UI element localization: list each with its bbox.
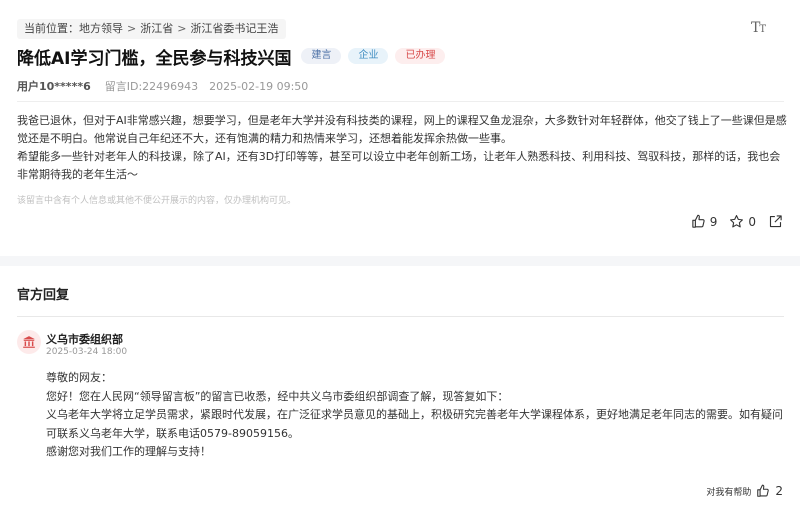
divider bbox=[17, 316, 784, 317]
message-meta: 用户10*****6 留言ID:22496943 2025-02-19 09:50 bbox=[17, 78, 308, 94]
thumbs-up-icon bbox=[757, 484, 770, 497]
tag-status-done: 已办理 bbox=[395, 48, 446, 64]
tag-suggestion: 建言 bbox=[301, 48, 342, 64]
breadcrumb-prefix: 当前位置： bbox=[24, 22, 79, 35]
share-button[interactable] bbox=[768, 214, 783, 229]
message-paragraph: 希望能多一些针对老年人的科技课，除了AI，还有3D打印等等，甚至可以设立中老年创… bbox=[17, 150, 781, 181]
message-title: 降低AI学习门槛，全民参与科技兴国 bbox=[17, 48, 292, 69]
helpful-button[interactable]: 对我有帮助 2 bbox=[706, 484, 783, 498]
share-icon bbox=[769, 215, 782, 228]
breadcrumb: 当前位置：地方领导 > 浙江省 > 浙江省委书记王浩 bbox=[17, 19, 287, 39]
font-size-icon[interactable]: TT bbox=[751, 20, 766, 36]
divider bbox=[17, 101, 784, 102]
reply-paragraph: 义乌老年大学将立足学员需求，紧跟时代发展，在广泛征求学员意见的基础上，积极研究完… bbox=[46, 408, 783, 440]
breadcrumb-item-local-leaders[interactable]: 地方领导 bbox=[79, 22, 123, 35]
government-building-icon bbox=[23, 336, 35, 348]
tag-company: 企业 bbox=[348, 48, 389, 64]
message-user: 用户10*****6 bbox=[17, 80, 91, 93]
breadcrumb-separator: > bbox=[127, 22, 137, 35]
message-body: 我爸已退休，但对于AI非常感兴趣，想要学习，但是老年大学并没有科技类的课程，网上… bbox=[17, 112, 787, 184]
breadcrumb-item-secretary[interactable]: 浙江省委书记王浩 bbox=[190, 22, 278, 35]
section-gap bbox=[0, 256, 800, 266]
message-paragraph: 我爸已退休，但对于AI非常感兴趣，想要学习，但是老年大学并没有科技类的课程，网上… bbox=[17, 114, 787, 145]
like-button[interactable]: 9 bbox=[691, 214, 718, 229]
helpful-count: 2 bbox=[775, 484, 783, 498]
reply-paragraph: 尊敬的网友： bbox=[46, 371, 112, 384]
reply-paragraph: 您好！您在人民网“领导留言板”的留言已收悉，经中共义乌市委组织部调查了解，现答复… bbox=[46, 389, 509, 403]
reply-body: 尊敬的网友： 您好！您在人民网“领导留言板”的留言已收悉，经中共义乌市委组织部调… bbox=[46, 369, 786, 462]
message-actions: 9 0 bbox=[679, 214, 783, 229]
favorite-count: 0 bbox=[748, 214, 756, 229]
reply-section-title: 官方回复 bbox=[17, 288, 70, 303]
reply-paragraph: 感谢您对我们工作的理解与支持！ bbox=[46, 445, 211, 458]
message-time: 2025-02-19 09:50 bbox=[209, 80, 309, 93]
reply-time: 2025-03-24 18:00 bbox=[46, 347, 128, 357]
helpful-label: 对我有帮助 bbox=[706, 487, 752, 498]
like-count: 9 bbox=[709, 214, 718, 229]
reply-org-name: 义乌市委组织部 bbox=[46, 333, 123, 346]
message-id: 留言ID:22496943 bbox=[104, 80, 199, 93]
favorite-button[interactable]: 0 bbox=[729, 214, 756, 229]
privacy-disclaimer: 该留言中含有个人信息或其他不便公开展示的内容，仅办理机构可见。 bbox=[17, 196, 297, 206]
star-icon bbox=[730, 215, 744, 228]
message-title-row: 降低AI学习门槛，全民参与科技兴国 建言 企业 已办理 bbox=[17, 43, 452, 69]
breadcrumb-separator: > bbox=[177, 22, 187, 35]
thumbs-up-icon bbox=[692, 214, 705, 228]
org-avatar bbox=[17, 330, 41, 354]
breadcrumb-item-zhejiang[interactable]: 浙江省 bbox=[140, 22, 173, 35]
